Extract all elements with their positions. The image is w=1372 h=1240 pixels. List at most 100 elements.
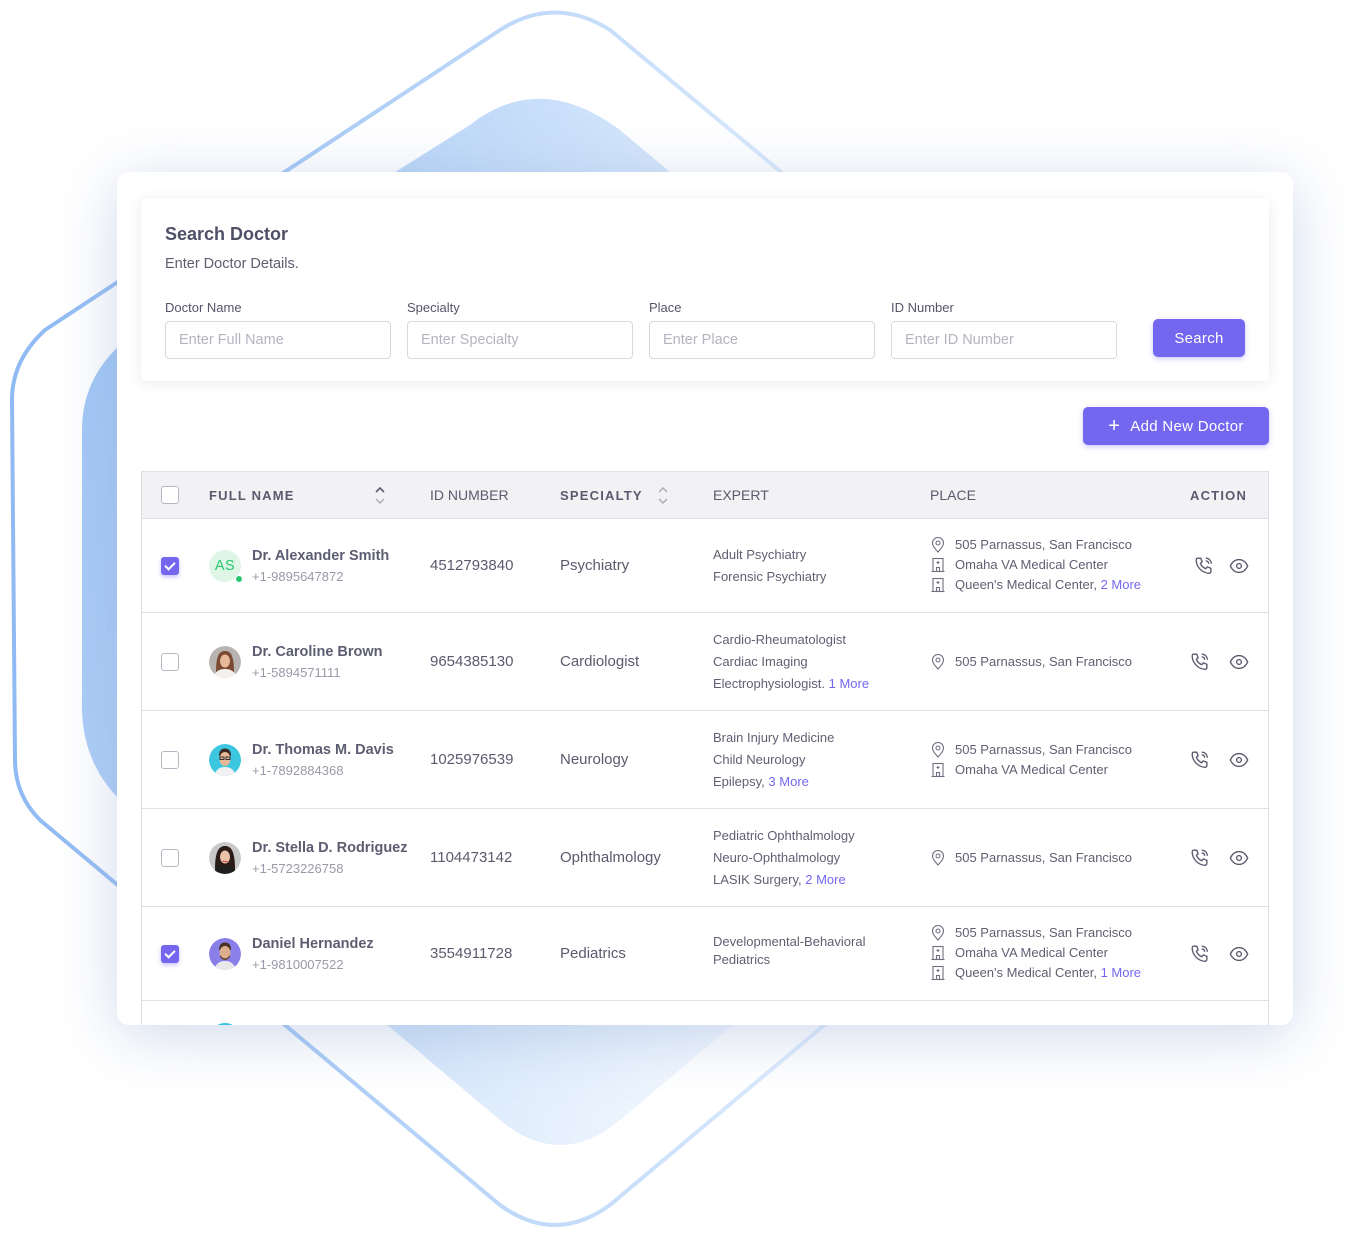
- sort-full-name-icon[interactable]: [374, 484, 386, 508]
- place-field: Place: [649, 300, 875, 359]
- specialty-input[interactable]: [407, 321, 633, 359]
- place-label: Place: [649, 300, 682, 315]
- phone-call-icon[interactable]: [1193, 555, 1215, 577]
- phone-call-icon[interactable]: [1189, 749, 1211, 771]
- doctor-phone: +1-9895647872: [252, 569, 344, 584]
- place-text: 505 Parnassus, San Francisco: [955, 654, 1133, 669]
- row-checkbox[interactable]: [161, 751, 179, 769]
- header-full-name[interactable]: FULL NAME: [209, 488, 295, 503]
- place-item: 505 Parnassus, San Francisco: [930, 535, 1141, 555]
- search-doctor-panel: Search Doctor Enter Doctor Details. Doct…: [141, 198, 1269, 381]
- location-pin-icon: [931, 537, 945, 553]
- more-experts-link[interactable]: 3 More: [768, 774, 808, 789]
- place-item: Omaha VA Medical Center: [930, 555, 1141, 575]
- doctor-specialty: Pediatrics: [560, 945, 626, 962]
- location-pin-icon: [931, 654, 945, 670]
- table-row: Dr. Caroline Brown +1-5894571111 9654385…: [142, 613, 1268, 711]
- online-status-dot: [235, 575, 243, 583]
- phone-call-icon[interactable]: [1189, 651, 1211, 673]
- place-list: 505 Parnassus, San Francisco: [930, 652, 1132, 672]
- hospital-building-icon: [931, 762, 945, 778]
- id-number-input[interactable]: [891, 321, 1117, 359]
- place-item: 505 Parnassus, San Francisco: [930, 652, 1132, 672]
- place-text: Omaha VA Medical Center: [955, 762, 1108, 777]
- expert-item: Child Neurology: [713, 752, 806, 767]
- place-name: Queen's Medical Center,: [955, 965, 1097, 980]
- place-text: 505 Parnassus, San Francisco: [955, 537, 1133, 552]
- doctor-name[interactable]: Dr. Alexander Smith: [252, 548, 389, 564]
- doctor-name-input[interactable]: [165, 321, 391, 359]
- doctor-id-number: 9654385130: [430, 653, 514, 670]
- header-specialty[interactable]: SPECIALTY: [560, 488, 643, 503]
- doctor-name-label: Doctor Name: [165, 300, 242, 315]
- place-item: 505 Parnassus, San Francisco: [930, 848, 1132, 868]
- expert-list: Adult Psychiatry Forensic Psychiatry: [713, 544, 826, 588]
- add-new-doctor-label: Add New Doctor: [1130, 417, 1244, 435]
- row-checkbox[interactable]: [161, 653, 179, 671]
- doctor-name[interactable]: Dr. Stella D. Rodriguez: [252, 840, 408, 856]
- doctor-name[interactable]: Dr. Thomas M. Davis: [252, 742, 394, 758]
- doctor-name[interactable]: Daniel Hernandez: [252, 936, 374, 952]
- doctor-id-number: 3554911728: [430, 945, 513, 962]
- select-all-checkbox[interactable]: [161, 486, 179, 504]
- expert-item: Adult Psychiatry: [713, 547, 807, 562]
- eye-icon[interactable]: [1228, 555, 1250, 577]
- table-row: Dr. Stella D. Rodriguez +1-5723226758 11…: [142, 809, 1268, 907]
- header-action: ACTION: [1190, 488, 1248, 503]
- doctor-name[interactable]: Dr. Caroline Brown: [252, 644, 383, 660]
- hospital-building-icon: [931, 945, 945, 961]
- expert-name: LASIK Surgery,: [713, 872, 802, 887]
- doctor-phone: +1-5723226758: [252, 861, 344, 876]
- row-checkbox[interactable]: [161, 557, 179, 575]
- phone-call-icon[interactable]: [1189, 847, 1211, 869]
- row-checkbox[interactable]: [161, 849, 179, 867]
- doctor-photo-icon: [209, 842, 241, 874]
- place-item: Omaha VA Medical Center: [930, 943, 1141, 963]
- avatar: [209, 1023, 241, 1025]
- place-text: 505 Parnassus, San Francisco: [955, 925, 1133, 940]
- add-new-doctor-button[interactable]: + Add New Doctor: [1083, 407, 1269, 445]
- sort-specialty-icon[interactable]: [657, 484, 669, 508]
- avatar: [209, 744, 241, 776]
- place-input[interactable]: [649, 321, 875, 359]
- header-place: PLACE: [930, 487, 976, 503]
- more-places-link[interactable]: 1 More: [1101, 965, 1141, 980]
- hospital-building-icon: [931, 577, 945, 593]
- table-header: FULL NAME ID NUMBER SPECIALTY EXPERT PLA…: [142, 472, 1268, 519]
- place-text: Queen's Medical Center, 2 More: [955, 575, 1141, 595]
- more-experts-link[interactable]: 2 More: [805, 872, 845, 887]
- location-pin-icon: [931, 925, 945, 941]
- doctor-photo-icon: [209, 938, 241, 970]
- place-text: Queen's Medical Center, 1 More: [955, 963, 1141, 983]
- doctor-phone: +1-9810007522: [252, 957, 344, 972]
- table-row: Dr. Thomas M. Davis +1-7892884368 102597…: [142, 711, 1268, 809]
- doctor-specialty: Cardiologist: [560, 653, 640, 670]
- specialty-label: Specialty: [407, 300, 460, 315]
- eye-icon[interactable]: [1228, 651, 1250, 673]
- place-list: 505 Parnassus, San Francisco Omaha VA Me…: [930, 923, 1141, 983]
- avatar-initials: AS: [214, 558, 236, 574]
- eye-icon[interactable]: [1228, 847, 1250, 869]
- expert-item: Cardio-Rheumatologist: [713, 632, 846, 647]
- doctor-specialty: Ophthalmology: [560, 849, 661, 866]
- specialty-field: Specialty: [407, 300, 633, 359]
- doctor-photo-icon: [209, 646, 241, 678]
- doctor-phone: +1-7892884368: [252, 763, 344, 778]
- expert-item: Cardiac Imaging: [713, 654, 808, 669]
- place-text: Omaha VA Medical Center: [955, 557, 1108, 572]
- phone-call-icon[interactable]: [1189, 943, 1211, 965]
- doctor-id-number: 4512793840: [430, 557, 514, 574]
- search-button[interactable]: Search: [1153, 319, 1245, 357]
- id-number-label: ID Number: [891, 300, 954, 315]
- expert-list: Developmental-Behavioral Pediatrics: [713, 933, 865, 969]
- header-expert: EXPERT: [713, 487, 769, 503]
- doctors-table: FULL NAME ID NUMBER SPECIALTY EXPERT PLA…: [141, 471, 1269, 1025]
- more-experts-link[interactable]: 1 More: [829, 676, 869, 691]
- place-list: 505 Parnassus, San Francisco Omaha VA Me…: [930, 740, 1132, 780]
- more-places-link[interactable]: 2 More: [1101, 577, 1141, 592]
- place-text: 505 Parnassus, San Francisco: [955, 742, 1133, 757]
- avatar: [209, 842, 241, 874]
- eye-icon[interactable]: [1228, 749, 1250, 771]
- row-checkbox[interactable]: [161, 945, 179, 963]
- eye-icon[interactable]: [1228, 943, 1250, 965]
